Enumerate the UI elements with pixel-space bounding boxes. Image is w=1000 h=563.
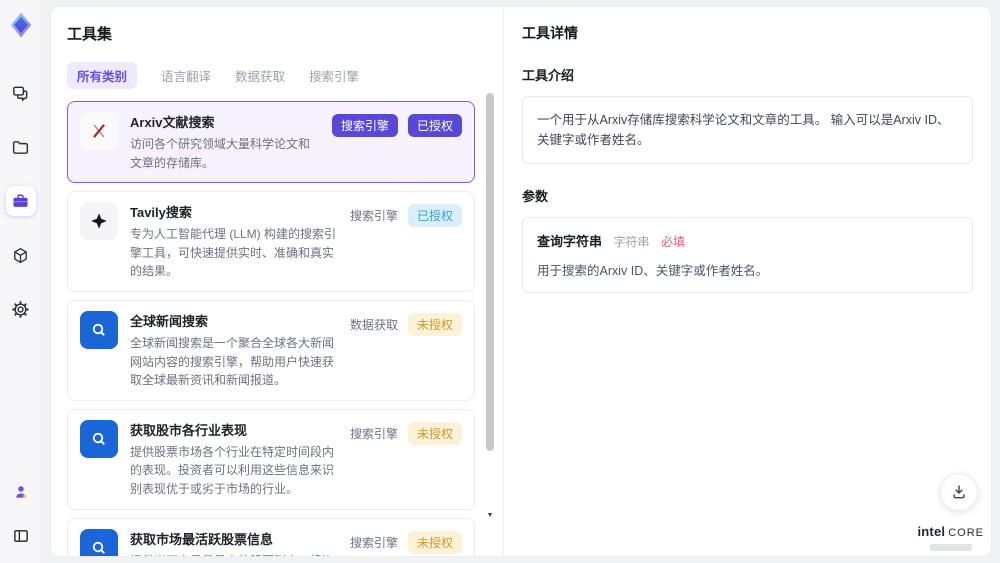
tool-card-body: 获取市场最活跃股票信息 提供当天交易量最高的股票列表，投资者可以利用这些信息来识… — [130, 529, 338, 556]
tool-badges: 搜索引擎 已授权 — [331, 114, 462, 172]
category-badge: 搜索引擎 — [349, 209, 398, 224]
tool-card-stock-sectors[interactable]: 获取股市各行业表现 提供股票市场各个行业在特定时间段内的表现。投资者可以利用这些… — [67, 408, 475, 510]
app-logo — [6, 10, 36, 40]
tool-card-active-stocks[interactable]: 获取市场最活跃股票信息 提供当天交易量最高的股票列表，投资者可以利用这些信息来识… — [67, 517, 475, 556]
scrollbar-thumb[interactable] — [486, 93, 494, 452]
params-heading: 参数 — [522, 189, 549, 204]
download-icon — [953, 485, 965, 499]
tool-description: 专为人工智能代理 (LLM) 构建的搜索引擎工具，可快速提供实时、准确和真实的结… — [130, 227, 337, 279]
sidebar-item-models[interactable] — [6, 240, 36, 270]
intro-heading: 工具介绍 — [522, 68, 575, 83]
tool-card-body: 获取股市各行业表现 提供股票市场各个行业在特定时间段内的表现。投资者可以利用这些… — [130, 420, 338, 499]
page-title: 工具集 — [67, 26, 113, 43]
intel-core-logo: intel CORE — [917, 523, 984, 551]
tab-search-engine[interactable]: 搜索引擎 — [309, 62, 359, 89]
tool-card-body: 全球新闻搜索 全球新闻搜索是一个聚合全球各大新闻网站内容的搜索引擎，帮助用户快速… — [130, 311, 338, 390]
user-icon — [15, 486, 26, 498]
tab-language-translation[interactable]: 语言翻译 — [161, 62, 211, 89]
intel-wordmark: intel — [917, 524, 946, 539]
parameter-header: 查询字符串 字符串 必填 — [537, 231, 958, 251]
left-rail — [0, 0, 42, 563]
category-badge: 数据获取 — [349, 317, 398, 332]
auth-status-badge: 未授权 — [407, 312, 462, 336]
tool-card-list: Arxiv文献搜索 访问各个研究领域大量科学论文和文章的存储库。 搜索引擎 已授… — [67, 101, 475, 556]
tool-card-body: Tavily搜索 专为人工智能代理 (LLM) 构建的搜索引擎工具，可快速提供实… — [130, 202, 338, 281]
parameter-name: 查询字符串 — [537, 234, 603, 249]
scrollbar-down-arrow[interactable]: ▼ — [486, 512, 494, 520]
tool-card-tavily[interactable]: Tavily搜索 专为人工智能代理 (LLM) 构建的搜索引擎工具，可快速提供实… — [67, 191, 475, 292]
chat-icon — [13, 86, 28, 102]
tool-badges: 搜索引擎 已授权 — [350, 204, 462, 281]
parameter-type: 字符串 — [613, 235, 650, 249]
tool-card-arxiv[interactable]: Arxiv文献搜索 访问各个研究领域大量科学论文和文章的存储库。 搜索引擎 已授… — [67, 101, 475, 184]
briefcase-icon — [13, 194, 28, 207]
tool-name: 获取市场最活跃股票信息 — [130, 531, 274, 547]
tool-list-pane: 工具集 所有类别 语言翻译 数据获取 搜索引擎 Arxiv文献搜索 访问各个研究… — [51, 7, 504, 556]
stock-active-icon — [80, 528, 118, 556]
sidebar-item-tools[interactable] — [5, 186, 36, 216]
list-scrollbar[interactable]: ▼ — [486, 87, 494, 546]
category-badge: 搜索引擎 — [349, 535, 398, 550]
tool-badges: 数据获取 未授权 — [349, 312, 462, 390]
parameter-description: 用于搜索的Arxiv ID、关键字或作者姓名。 — [537, 264, 769, 278]
sidebar-item-chat[interactable] — [6, 78, 36, 108]
category-badge: 搜索引擎 — [331, 114, 398, 137]
tab-all-categories[interactable]: 所有类别 — [67, 62, 138, 89]
tool-description: 提供股票市场各个行业在特定时间段内的表现。投资者可以利用这些信息来识别表现优于或… — [130, 444, 335, 496]
folder-icon — [12, 140, 29, 154]
brand-subtext-bar — [929, 544, 972, 551]
detail-title: 工具详情 — [522, 25, 578, 41]
category-tabs: 所有类别 语言翻译 数据获取 搜索引擎 — [67, 62, 503, 89]
sidebar-item-settings[interactable] — [6, 294, 36, 324]
parameter-card: 查询字符串 字符串 必填 用于搜索的Arxiv ID、关键字或作者姓名。 — [522, 217, 973, 293]
news-search-icon — [80, 310, 118, 349]
tool-name: Arxiv文献搜索 — [130, 115, 215, 130]
auth-status-badge: 未授权 — [407, 530, 462, 554]
stock-sector-icon — [80, 419, 118, 458]
tool-name: 获取股市各行业表现 — [130, 422, 248, 438]
cube-icon — [14, 247, 27, 263]
app-window: 工具集 所有类别 语言翻译 数据获取 搜索引擎 Arxiv文献搜索 访问各个研究… — [0, 0, 1000, 563]
tool-badges: 搜索引擎 未授权 — [349, 421, 462, 499]
rail-nav — [5, 78, 36, 324]
tool-description: 访问各个研究领域大量科学论文和文章的存储库。 — [130, 137, 311, 170]
diamond-logo-icon — [10, 12, 31, 38]
tool-intro-box: 一个用于从Arxiv存储库搜索科学论文和文章的工具。 输入可以是Arxiv ID… — [522, 96, 973, 164]
auth-status-badge: 已授权 — [407, 114, 462, 137]
category-badge: 搜索引擎 — [349, 426, 398, 441]
tool-card-body: Arxiv文献搜索 访问各个研究领域大量科学论文和文章的存储库。 — [130, 112, 320, 172]
auth-status-badge: 未授权 — [407, 421, 462, 445]
tavily-logo-icon — [80, 202, 118, 241]
auth-status-badge: 已授权 — [407, 204, 462, 228]
tool-name: Tavily搜索 — [130, 205, 192, 221]
download-button[interactable] — [940, 473, 978, 511]
gear-icon — [12, 300, 29, 318]
tool-name: 全球新闻搜索 — [130, 313, 209, 329]
tool-detail-pane: 工具详情 工具介绍 一个用于从Arxiv存储库搜索科学论文和文章的工具。 输入可… — [504, 7, 991, 556]
panel-toggle-icon — [13, 530, 28, 542]
arxiv-logo-icon — [80, 112, 118, 150]
tool-description: 全球新闻搜索是一个聚合全球各大新闻网站内容的搜索引擎，帮助用户快速获取全球最新资… — [130, 335, 335, 388]
tool-card-global-news[interactable]: 全球新闻搜索 全球新闻搜索是一个聚合全球各大新闻网站内容的搜索引擎，帮助用户快速… — [67, 299, 475, 401]
panel-toggle-button[interactable] — [6, 521, 36, 551]
user-avatar-button[interactable] — [6, 477, 36, 507]
parameter-required-flag: 必填 — [660, 235, 685, 249]
tool-description: 提供当天交易量最高的股票列表，投资者可以利用这些信息来识别流动性强的股票和潜在的… — [130, 552, 338, 556]
tab-data-acquisition[interactable]: 数据获取 — [235, 62, 285, 89]
sidebar-item-files[interactable] — [6, 132, 36, 162]
rail-bottom — [6, 477, 36, 551]
main-panel: 工具集 所有类别 语言翻译 数据获取 搜索引擎 Arxiv文献搜索 访问各个研究… — [50, 6, 992, 557]
core-wordmark: CORE — [948, 527, 984, 539]
tool-badges: 搜索引擎 未授权 — [349, 530, 462, 556]
